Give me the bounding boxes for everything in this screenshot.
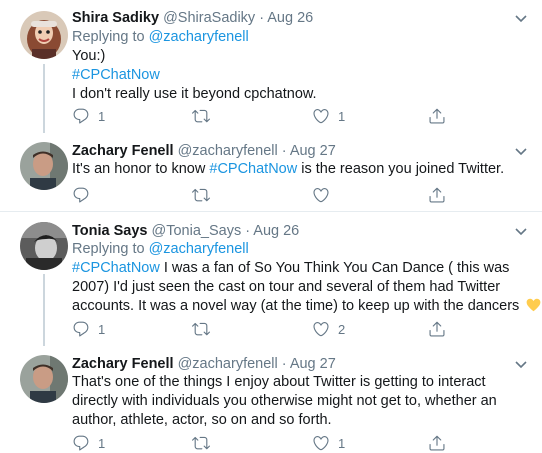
tweet-4[interactable]: Zachary Fenell @zacharyfenell · Aug 27 T… [0, 346, 542, 451]
tweet-header: Zachary Fenell @zacharyfenell · Aug 27 [72, 142, 336, 160]
like-count: 2 [338, 321, 346, 337]
like-button[interactable]: 1 [312, 106, 345, 126]
avatar[interactable] [20, 355, 68, 403]
chevron-down-icon[interactable] [514, 227, 528, 237]
retweet-button[interactable] [192, 319, 218, 339]
like-icon [312, 107, 330, 125]
tweet-actions: 1 2 [72, 319, 532, 339]
like-button[interactable] [312, 185, 338, 205]
hashtag-link[interactable]: #CPChatNow [72, 260, 160, 276]
handle[interactable]: @zacharyfenell [178, 356, 278, 372]
reply-count: 1 [98, 108, 106, 124]
retweet-icon [192, 186, 210, 204]
like-button[interactable]: 1 [312, 433, 345, 453]
reply-button[interactable]: 1 [72, 106, 105, 126]
timestamp[interactable]: · Aug 26 [245, 223, 299, 239]
tweet-2[interactable]: Zachary Fenell @zacharyfenell · Aug 27 I… [0, 133, 542, 211]
reply-count: 1 [98, 321, 106, 337]
reply-icon [72, 434, 90, 452]
share-icon [428, 186, 446, 204]
timestamp[interactable]: · Aug 27 [282, 143, 336, 159]
tweet-text: That's one of the things I enjoy about T… [72, 374, 497, 428]
tweet-header: Shira Sadiky @ShiraSadiky · Aug 26 [72, 9, 313, 27]
display-name[interactable]: Shira Sadiky [72, 10, 159, 26]
tweet-actions [72, 185, 532, 205]
tweet-text: It's an honor to know #CPChatNow is the … [72, 161, 505, 177]
reply-count: 1 [98, 435, 106, 451]
tweet-3[interactable]: Tonia Says @Tonia_Says · Aug 26 Replying… [0, 212, 542, 346]
share-icon [428, 434, 446, 452]
retweet-button[interactable] [192, 106, 218, 126]
thread-line [43, 64, 45, 133]
chevron-down-icon[interactable] [514, 14, 528, 24]
retweet-button[interactable] [192, 185, 218, 205]
avatar[interactable] [20, 11, 68, 59]
tweet-header: Zachary Fenell @zacharyfenell · Aug 27 [72, 355, 336, 373]
tweet-text: #CPChatNow I was a fan of So You Think Y… [72, 259, 541, 316]
replying-to: Replying to @zacharyfenell [72, 241, 249, 257]
display-name[interactable]: Zachary Fenell [72, 356, 174, 372]
timestamp[interactable]: · Aug 26 [259, 10, 313, 26]
yellow-heart-emoji-icon [526, 298, 541, 312]
reply-button[interactable]: 1 [72, 433, 105, 453]
tweet-header: Tonia Says @Tonia_Says · Aug 26 [72, 222, 299, 240]
display-name[interactable]: Zachary Fenell [72, 143, 174, 159]
thread-line [43, 274, 45, 346]
handle[interactable]: @Tonia_Says [152, 223, 242, 239]
hashtag-link[interactable]: #CPChatNow [209, 161, 297, 177]
tweet-1[interactable]: Shira Sadiky @ShiraSadiky · Aug 26 Reply… [0, 0, 542, 133]
share-button[interactable] [428, 106, 446, 126]
like-icon [312, 320, 330, 338]
like-count: 1 [338, 108, 346, 124]
tweet-actions: 1 1 [72, 106, 532, 126]
like-icon [312, 186, 330, 204]
reply-button[interactable] [72, 185, 98, 205]
tweet-text: You:) #CPChatNow I don't really use it b… [72, 48, 317, 102]
reply-icon [72, 186, 90, 204]
replying-to: Replying to @zacharyfenell [72, 29, 249, 45]
chevron-down-icon[interactable] [514, 147, 528, 157]
mention-link[interactable]: @zacharyfenell [149, 29, 249, 45]
timestamp[interactable]: · Aug 27 [282, 356, 336, 372]
like-count: 1 [338, 435, 346, 451]
mention-link[interactable]: @zacharyfenell [149, 241, 249, 257]
share-icon [428, 107, 446, 125]
like-button[interactable]: 2 [312, 319, 345, 339]
avatar[interactable] [20, 222, 68, 270]
display-name[interactable]: Tonia Says [72, 223, 147, 239]
share-button[interactable] [428, 319, 446, 339]
reply-icon [72, 107, 90, 125]
retweet-icon [192, 320, 210, 338]
share-button[interactable] [428, 185, 446, 205]
reply-button[interactable]: 1 [72, 319, 105, 339]
retweet-button[interactable] [192, 433, 218, 453]
hashtag-link[interactable]: #CPChatNow [72, 67, 160, 83]
retweet-icon [192, 434, 210, 452]
chevron-down-icon[interactable] [514, 360, 528, 370]
retweet-icon [192, 107, 210, 125]
reply-icon [72, 320, 90, 338]
tweet-actions: 1 1 [72, 433, 532, 453]
like-icon [312, 434, 330, 452]
handle[interactable]: @ShiraSadiky [163, 10, 255, 26]
handle[interactable]: @zacharyfenell [178, 143, 278, 159]
share-icon [428, 320, 446, 338]
share-button[interactable] [428, 433, 446, 453]
avatar[interactable] [20, 142, 68, 190]
